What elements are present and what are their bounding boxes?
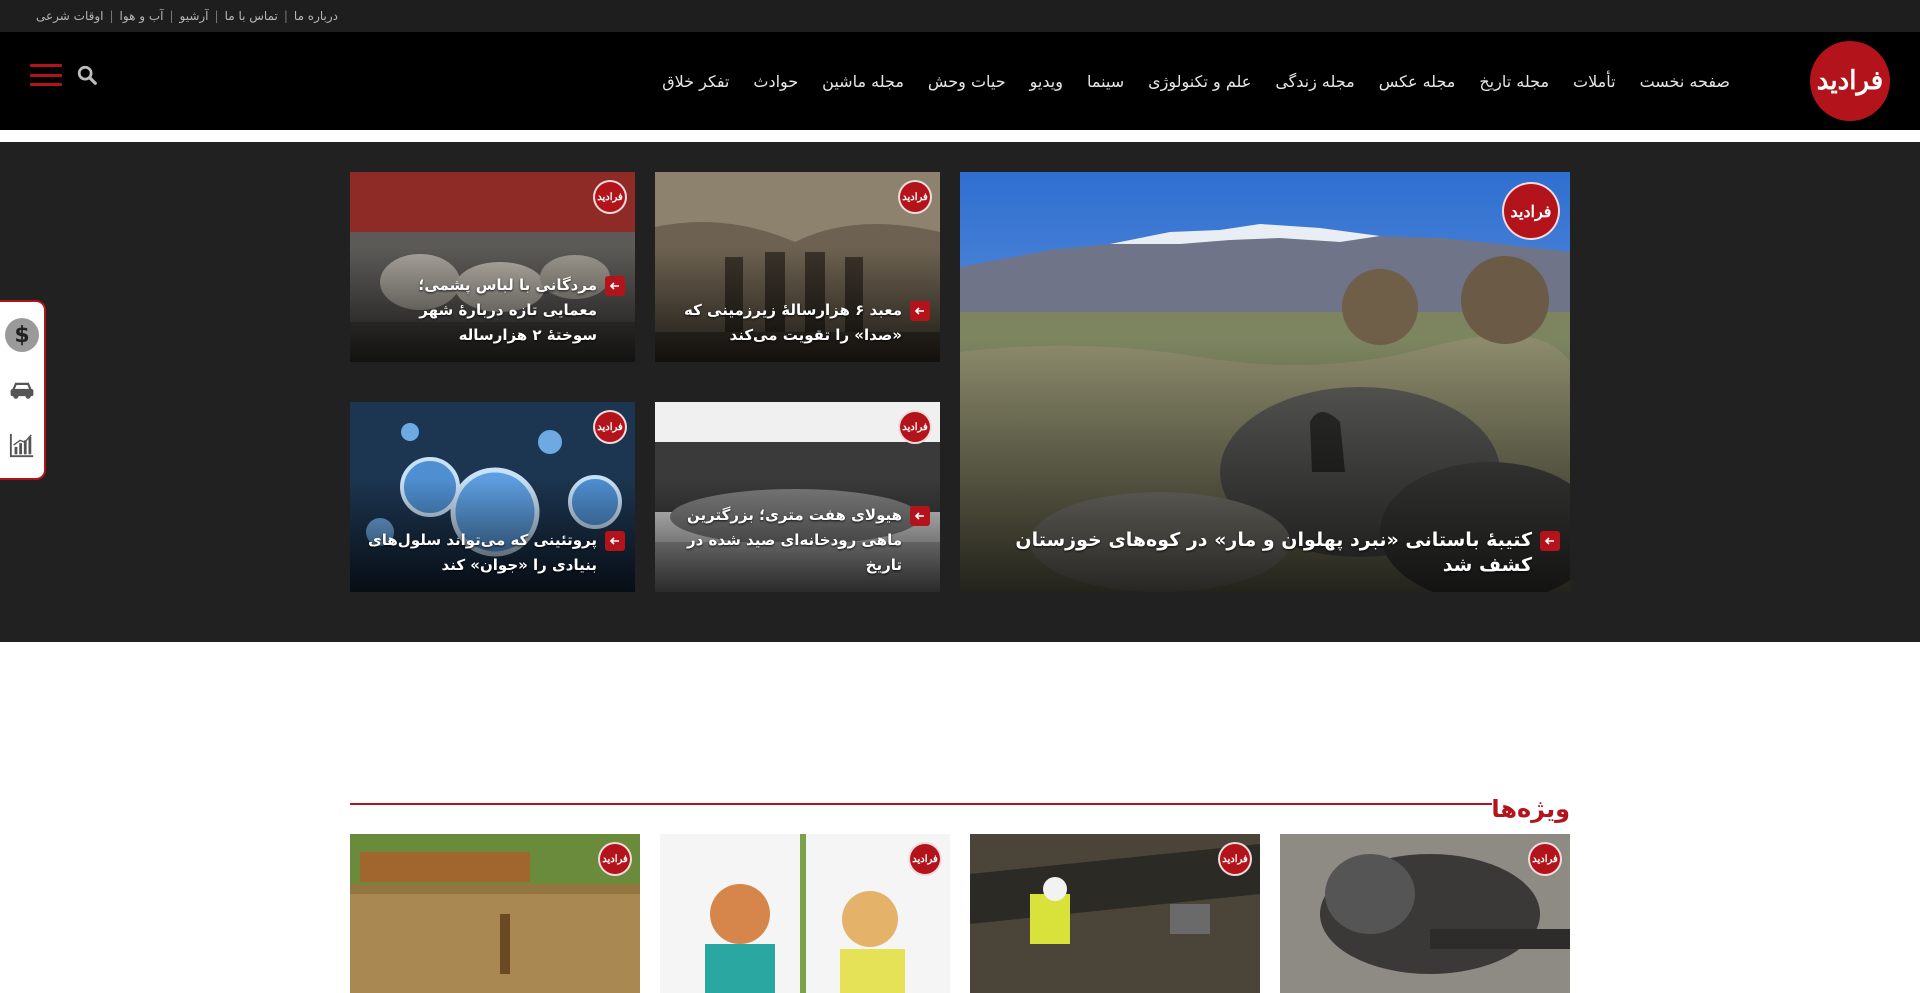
arrow-left-icon xyxy=(910,506,930,526)
arrow-left-icon xyxy=(605,531,625,551)
car-icon[interactable] xyxy=(5,373,39,407)
nav-item-wildlife[interactable]: حیات وحش xyxy=(916,72,1018,91)
nav-item-cars[interactable]: مجله ماشین xyxy=(810,72,916,91)
brand-badge-icon: فرادید xyxy=(898,410,932,444)
featured-card[interactable]: فرادید xyxy=(970,834,1260,993)
hero-card-title: هیولای هفت متری؛ بزرگترین ماهی رودخانه‌ا… xyxy=(687,506,902,574)
hero-main-caption: کتیبهٔ باستانی «نبرد پهلوان و مار» در کو… xyxy=(974,528,1560,578)
nav-item-science-tech[interactable]: علم و تکنولوژی xyxy=(1136,72,1263,91)
featured-card[interactable]: فرادید xyxy=(660,834,950,993)
featured-divider xyxy=(350,803,1492,805)
brand-badge-icon: فرادید xyxy=(898,180,932,214)
hero-main-card[interactable]: فرادید کتیبهٔ باستانی «نبرد پهلوان و مار… xyxy=(960,172,1570,592)
brand-badge-icon: فرادید xyxy=(1502,182,1560,240)
hero-card-caption: پروتئینی که می‌تواند سلول‌های بنیادی را … xyxy=(364,528,625,578)
hero-card-burnt-city[interactable]: فرادید مردگانی با لباس پشمی؛ معمایی تازه… xyxy=(350,172,635,362)
top-link-archive[interactable]: آرشیو xyxy=(174,9,215,23)
featured-header: ویژه‌ها xyxy=(1491,795,1570,823)
hero-card-title: مردگانی با لباس پشمی؛ معمایی تازه درباره… xyxy=(418,276,597,344)
top-link-weather[interactable]: آب و هوا xyxy=(114,9,170,23)
dollar-icon[interactable]: $ xyxy=(5,318,39,353)
top-link-contact[interactable]: تماس با ما xyxy=(219,9,284,23)
main-nav: صفحه نخست تأملات مجله تاریخ مجله عکس مجل… xyxy=(650,32,1742,130)
arrow-left-icon xyxy=(1540,531,1560,551)
brand-badge-icon: فرادید xyxy=(1218,842,1252,876)
site-logo[interactable]: فرادید xyxy=(1810,41,1890,121)
featured-title: ویژه‌ها xyxy=(1491,795,1570,823)
logo-text: فرادید xyxy=(1816,66,1884,96)
nav-item-life[interactable]: مجله زندگی xyxy=(1263,72,1366,91)
nav-item-video[interactable]: ویدیو xyxy=(1018,72,1075,91)
top-links: درباره ما | تماس با ما | آرشیو | آب و هو… xyxy=(30,0,344,32)
hero-main-title: کتیبهٔ باستانی «نبرد پهلوان و مار» در کو… xyxy=(1015,529,1532,576)
hero-card-caption: هیولای هفت متری؛ بزرگترین ماهی رودخانه‌ا… xyxy=(669,503,930,578)
nav-item-home[interactable]: صفحه نخست xyxy=(1628,72,1742,91)
hero-card-title: معبد ۶ هزارسالهٔ زیرزمینی که «صدا» را تق… xyxy=(684,301,902,344)
nav-item-history[interactable]: مجله تاریخ xyxy=(1467,72,1561,91)
nav-item-creative-thinking[interactable]: تفکر خلاق xyxy=(650,72,741,91)
hero-card-stem-cells[interactable]: فرادید پروتئینی که می‌تواند سلول‌های بنی… xyxy=(350,402,635,592)
nav-item-reflections[interactable]: تأملات xyxy=(1561,72,1628,91)
featured-card-image xyxy=(970,834,1260,993)
nav-item-photo[interactable]: مجله عکس xyxy=(1367,72,1468,91)
hero-card-temple[interactable]: فرادید معبد ۶ هزارسالهٔ زیرزمینی که «صدا… xyxy=(655,172,940,362)
featured-card[interactable]: فرادید xyxy=(1280,834,1570,993)
search-icon[interactable] xyxy=(76,64,98,86)
header-tools xyxy=(30,64,98,86)
featured-card[interactable]: فرادید xyxy=(350,834,640,993)
hero-card-giant-fish[interactable]: فرادید هیولای هفت متری؛ بزرگترین ماهی رو… xyxy=(655,402,940,592)
nav-item-incidents[interactable]: حوادث xyxy=(741,72,810,91)
hero-card-title: پروتئینی که می‌تواند سلول‌های بنیادی را … xyxy=(368,531,597,574)
main-header: فرادید صفحه نخست تأملات مجله تاریخ مجله … xyxy=(0,32,1920,130)
brand-badge-icon: فرادید xyxy=(908,842,942,876)
arrow-left-icon xyxy=(910,301,930,321)
hero-card-caption: مردگانی با لباس پشمی؛ معمایی تازه درباره… xyxy=(364,273,625,348)
brand-badge-icon: فرادید xyxy=(593,410,627,444)
top-utility-bar: درباره ما | تماس با ما | آرشیو | آب و هو… xyxy=(0,0,1920,32)
brand-badge-icon: فرادید xyxy=(598,842,632,876)
featured-card-image xyxy=(660,834,950,993)
featured-card-image xyxy=(1280,834,1570,993)
featured-card-image xyxy=(350,834,640,993)
nav-item-cinema[interactable]: سینما xyxy=(1075,72,1136,91)
brand-badge-icon: فرادید xyxy=(593,180,627,214)
menu-icon[interactable] xyxy=(30,64,62,86)
side-quick-widget: $ xyxy=(0,300,46,480)
arrow-left-icon xyxy=(605,276,625,296)
hero-card-caption: معبد ۶ هزارسالهٔ زیرزمینی که «صدا» را تق… xyxy=(669,298,930,348)
chart-icon[interactable] xyxy=(5,428,39,462)
top-link-prayer-times[interactable]: اوقات شرعی xyxy=(30,9,109,23)
hero-section: فرادید کتیبهٔ باستانی «نبرد پهلوان و مار… xyxy=(0,142,1920,642)
header-divider xyxy=(0,130,1920,142)
top-link-about[interactable]: درباره ما xyxy=(288,9,344,23)
brand-badge-icon: فرادید xyxy=(1528,842,1562,876)
